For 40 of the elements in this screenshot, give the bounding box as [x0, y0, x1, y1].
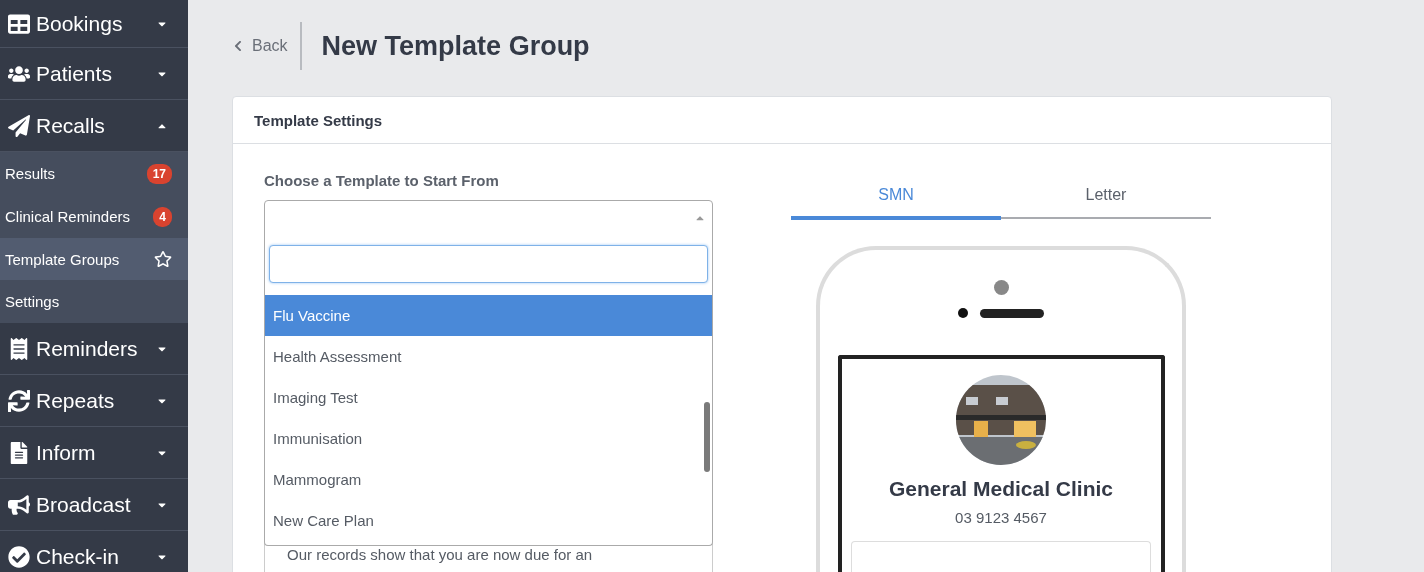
speaker-icon — [980, 308, 1044, 318]
nav-item[interactable]: Reminders — [0, 323, 188, 375]
megaphone-icon — [8, 493, 30, 516]
paper-plane-icon — [8, 114, 30, 137]
document-icon — [8, 441, 30, 464]
nav-subitem[interactable]: Template Groups — [0, 238, 188, 280]
clinic-phone: 03 9123 4567 — [955, 509, 1047, 526]
nav-item[interactable]: Broadcast — [0, 479, 188, 531]
nav-subitem[interactable]: Clinical Reminders 4 — [0, 195, 188, 238]
star-icon[interactable] — [154, 250, 172, 268]
dropdown-option[interactable]: New Care Plan — [265, 500, 712, 541]
camera-icon — [993, 280, 1009, 295]
nav-item[interactable]: Check-in — [0, 531, 188, 572]
nav-subitem[interactable]: Settings — [0, 280, 188, 323]
dropdown-option[interactable]: Health Assessment — [265, 336, 712, 377]
field-label: Choose a Template to Start From — [264, 172, 500, 189]
dropdown-option[interactable]: Immunisation — [265, 418, 712, 459]
tab[interactable]: Letter — [1001, 172, 1211, 219]
nav-subitem[interactable]: Results 17 — [0, 152, 188, 195]
count-badge: 17 — [146, 163, 172, 184]
dropdown-option[interactable]: Imaging Test — [265, 377, 712, 418]
dropdown-option[interactable]: Mammogram — [265, 459, 712, 500]
card-title: Template Settings — [254, 111, 383, 129]
table-icon — [8, 12, 30, 35]
nav-item[interactable]: Inform — [0, 427, 188, 479]
receipt-icon — [8, 337, 30, 360]
search-field[interactable] — [269, 245, 708, 283]
page-title: New Template Group — [321, 30, 590, 62]
back-link[interactable]: Back — [232, 22, 302, 70]
chevron-left-icon — [232, 40, 244, 52]
dropdown-option[interactable]: Flu Vaccine — [265, 295, 712, 336]
scrollbar[interactable] — [704, 402, 710, 472]
nav-item[interactable]: Patients — [0, 48, 188, 100]
sync-icon — [8, 389, 30, 412]
tab[interactable]: SMN — [791, 172, 1001, 220]
clinic-name: General Medical Clinic — [888, 477, 1114, 501]
nav-item[interactable]: Repeats — [0, 375, 188, 427]
count-badge: 4 — [153, 206, 172, 227]
sensor-icon — [958, 308, 968, 318]
nav-item[interactable]: Bookings — [0, 0, 188, 48]
